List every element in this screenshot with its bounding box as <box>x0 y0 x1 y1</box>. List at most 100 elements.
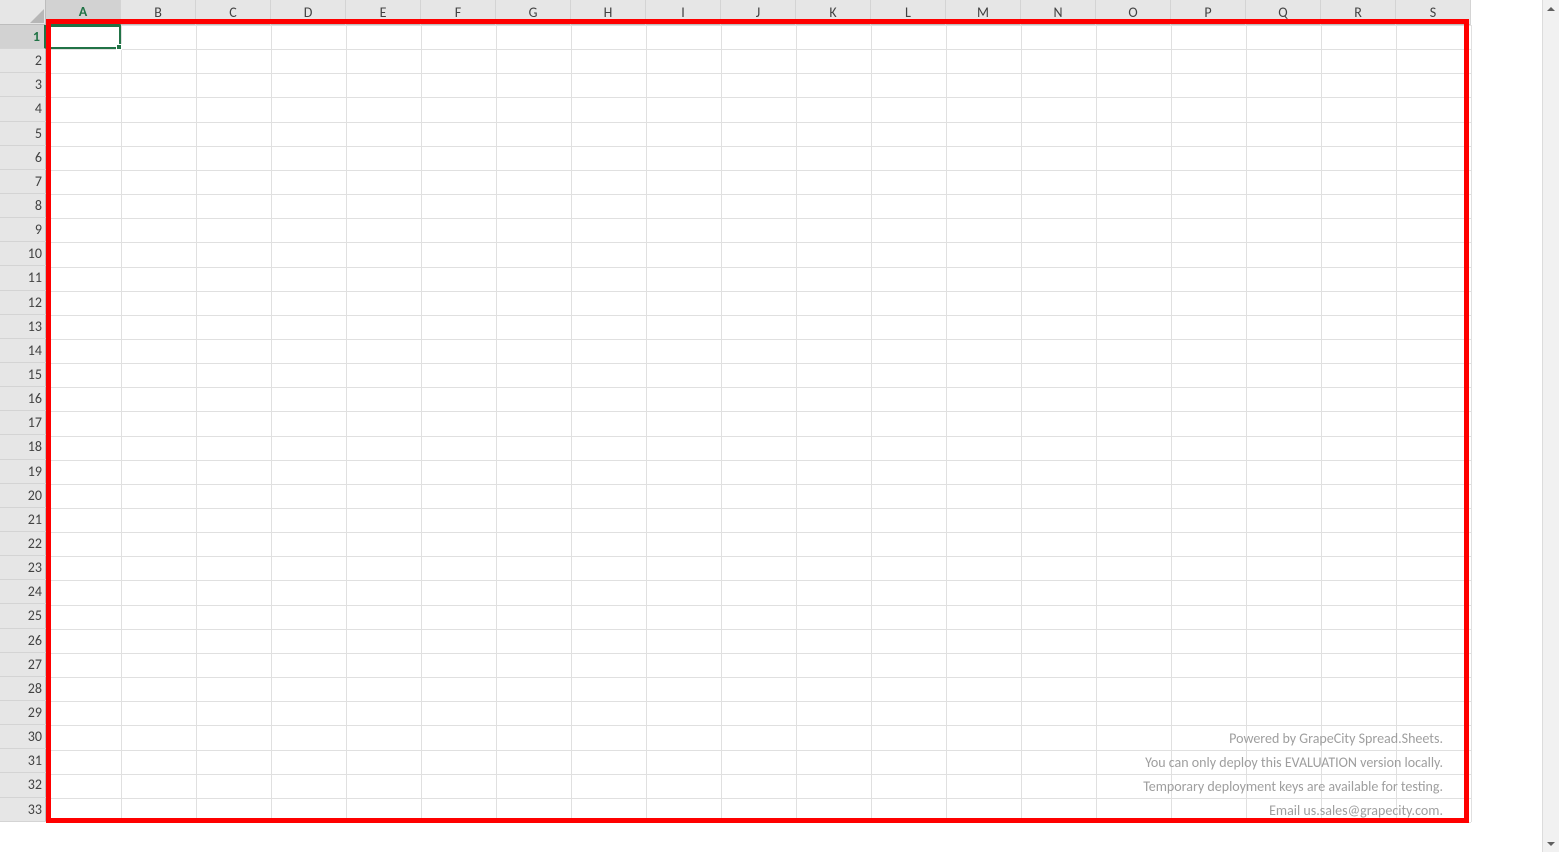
gridline-horizontal <box>46 580 1471 581</box>
gridline-vertical <box>946 25 947 822</box>
row-header-7[interactable]: 7 <box>0 170 46 194</box>
row-header-11[interactable]: 11 <box>0 266 46 290</box>
row-header-32[interactable]: 32 <box>0 773 46 797</box>
select-all-corner[interactable] <box>0 0 46 25</box>
column-header-g[interactable]: G <box>496 0 571 25</box>
column-header-k[interactable]: K <box>796 0 871 25</box>
row-header-29[interactable]: 29 <box>0 701 46 725</box>
row-header-22[interactable]: 22 <box>0 532 46 556</box>
gridline-horizontal <box>46 73 1471 74</box>
gridline-vertical <box>1396 25 1397 822</box>
gridline-horizontal <box>46 508 1471 509</box>
column-header-p[interactable]: P <box>1171 0 1246 25</box>
gridline-horizontal <box>46 725 1471 726</box>
row-header-20[interactable]: 20 <box>0 484 46 508</box>
row-header-3[interactable]: 3 <box>0 73 46 97</box>
gridline-horizontal <box>46 339 1471 340</box>
row-header-18[interactable]: 18 <box>0 435 46 459</box>
column-header-o[interactable]: O <box>1096 0 1171 25</box>
column-header-h[interactable]: H <box>571 0 646 25</box>
gridline-vertical <box>46 25 47 822</box>
row-header-25[interactable]: 25 <box>0 604 46 628</box>
scroll-up-button[interactable] <box>1543 0 1559 17</box>
gridline-horizontal <box>46 242 1471 243</box>
fill-handle[interactable] <box>116 44 122 50</box>
column-header-r[interactable]: R <box>1321 0 1396 25</box>
gridline-horizontal <box>46 605 1471 606</box>
gridline-horizontal <box>46 170 1471 171</box>
gridline-horizontal <box>46 436 1471 437</box>
scroll-down-button[interactable] <box>1543 835 1559 852</box>
row-header-14[interactable]: 14 <box>0 339 46 363</box>
row-header-31[interactable]: 31 <box>0 749 46 773</box>
column-header-l[interactable]: L <box>871 0 946 25</box>
gridline-horizontal <box>46 194 1471 195</box>
gridline-horizontal <box>46 315 1471 316</box>
column-header-n[interactable]: N <box>1021 0 1096 25</box>
gridline-vertical <box>1171 25 1172 822</box>
row-header-13[interactable]: 13 <box>0 315 46 339</box>
row-header-2[interactable]: 2 <box>0 49 46 73</box>
column-header-q[interactable]: Q <box>1246 0 1321 25</box>
column-header-d[interactable]: D <box>271 0 346 25</box>
gridline-vertical <box>121 25 122 822</box>
column-header-b[interactable]: B <box>121 0 196 25</box>
row-header-15[interactable]: 15 <box>0 363 46 387</box>
row-header-8[interactable]: 8 <box>0 194 46 218</box>
gridline-horizontal <box>46 387 1471 388</box>
column-header-a[interactable]: A <box>46 0 121 25</box>
row-header-12[interactable]: 12 <box>0 291 46 315</box>
row-header-5[interactable]: 5 <box>0 122 46 146</box>
row-header-23[interactable]: 23 <box>0 556 46 580</box>
gridline-horizontal <box>46 629 1471 630</box>
row-header-16[interactable]: 16 <box>0 387 46 411</box>
row-header-33[interactable]: 33 <box>0 798 46 822</box>
column-header-c[interactable]: C <box>196 0 271 25</box>
row-header-19[interactable]: 19 <box>0 460 46 484</box>
column-header-f[interactable]: F <box>421 0 496 25</box>
gridline-horizontal <box>46 49 1471 50</box>
gridline-horizontal <box>46 25 1471 26</box>
gridline-vertical <box>721 25 722 822</box>
row-header-17[interactable]: 17 <box>0 411 46 435</box>
cell-grid[interactable] <box>46 25 1471 822</box>
gridline-horizontal <box>46 798 1471 799</box>
row-header-30[interactable]: 30 <box>0 725 46 749</box>
gridline-vertical <box>421 25 422 822</box>
gridline-vertical <box>796 25 797 822</box>
column-header-m[interactable]: M <box>946 0 1021 25</box>
row-header-6[interactable]: 6 <box>0 146 46 170</box>
gridline-vertical <box>646 25 647 822</box>
row-header-4[interactable]: 4 <box>0 97 46 121</box>
row-header-27[interactable]: 27 <box>0 653 46 677</box>
row-header-1[interactable]: 1 <box>0 25 46 49</box>
row-header-24[interactable]: 24 <box>0 580 46 604</box>
row-header-21[interactable]: 21 <box>0 508 46 532</box>
gridline-horizontal <box>46 556 1471 557</box>
selected-cell[interactable] <box>46 25 121 49</box>
gridline-vertical <box>196 25 197 822</box>
gridline-horizontal <box>46 460 1471 461</box>
gridline-vertical <box>1246 25 1247 822</box>
vertical-scrollbar[interactable] <box>1542 0 1559 852</box>
row-header-10[interactable]: 10 <box>0 242 46 266</box>
gridline-horizontal <box>46 653 1471 654</box>
column-header-e[interactable]: E <box>346 0 421 25</box>
column-header-j[interactable]: J <box>721 0 796 25</box>
gridline-vertical <box>496 25 497 822</box>
gridline-horizontal <box>46 484 1471 485</box>
column-header-s[interactable]: S <box>1396 0 1471 25</box>
gridline-horizontal <box>46 267 1471 268</box>
gridline-horizontal <box>46 122 1471 123</box>
gridline-vertical <box>271 25 272 822</box>
column-header-i[interactable]: I <box>646 0 721 25</box>
gridline-horizontal <box>46 146 1471 147</box>
row-header-26[interactable]: 26 <box>0 629 46 653</box>
gridline-horizontal <box>46 774 1471 775</box>
gridline-vertical <box>571 25 572 822</box>
row-header-9[interactable]: 9 <box>0 218 46 242</box>
gridline-horizontal <box>46 822 1471 823</box>
row-header-28[interactable]: 28 <box>0 677 46 701</box>
gridline-horizontal <box>46 532 1471 533</box>
gridline-horizontal <box>46 291 1471 292</box>
